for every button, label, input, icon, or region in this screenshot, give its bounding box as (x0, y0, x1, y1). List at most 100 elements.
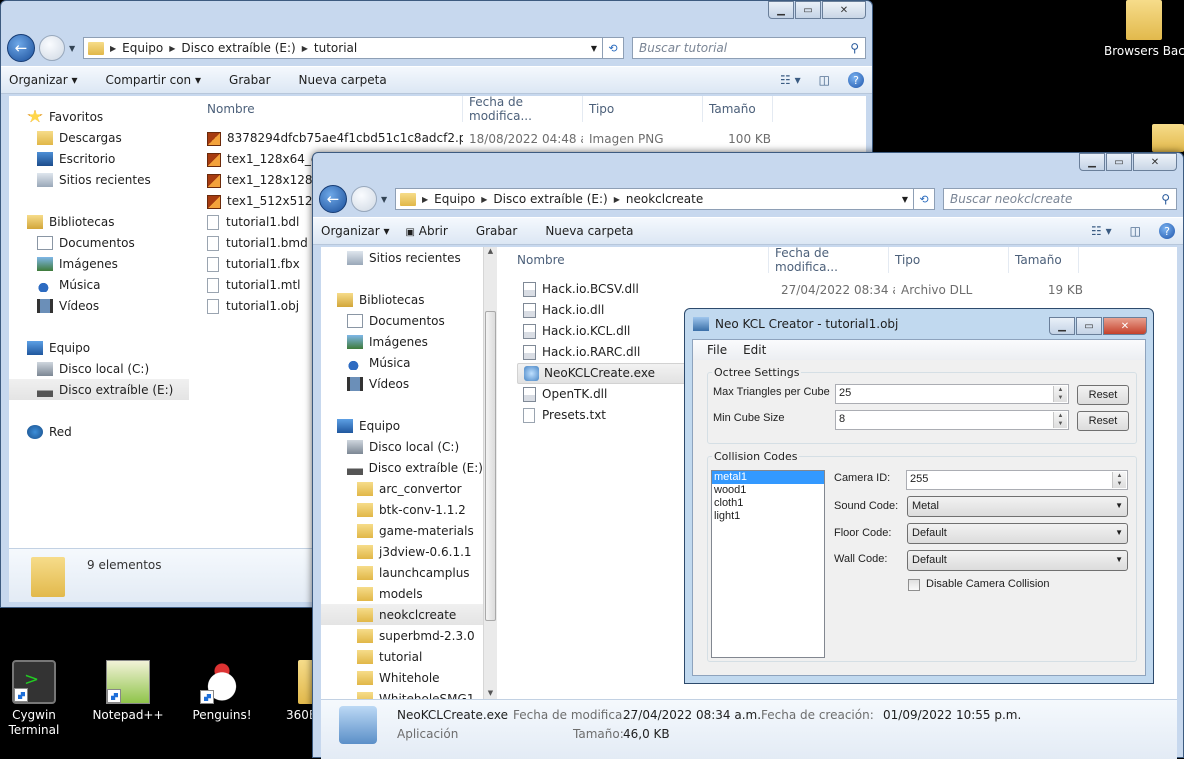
nav-item[interactable]: j3dview-0.6.1.1 (321, 541, 483, 562)
nav-item[interactable]: Documentos (321, 310, 483, 331)
nav-item[interactable]: Vídeos (9, 295, 189, 316)
menu-file[interactable]: File (707, 343, 727, 357)
close-button[interactable]: ✕ (822, 1, 866, 19)
spinner-icon[interactable]: ▲ ▼ (1112, 472, 1126, 488)
column-header-type[interactable]: Tipo (889, 247, 1009, 273)
material-list[interactable]: metal1 wood1 cloth1 light1 (711, 470, 825, 658)
nav-item[interactable]: Whitehole (321, 667, 483, 688)
refresh-button[interactable]: ⟲ (913, 188, 935, 210)
breadcrumb-equipo[interactable]: Equipo (122, 41, 163, 55)
nav-item[interactable]: models (321, 583, 483, 604)
nav-item[interactable]: Bibliotecas (9, 211, 189, 232)
material-list-item[interactable]: light1 (712, 510, 824, 523)
close-button[interactable]: ✕ (1103, 317, 1147, 335)
address-bar[interactable]: ▶ Equipo ▶ Disco extraíble (E:) ▶ neokcl… (395, 188, 914, 210)
nav-item[interactable]: launchcamplus (321, 562, 483, 583)
help-icon[interactable]: ? (848, 72, 864, 88)
disable-camera-collision-checkbox[interactable] (908, 579, 920, 591)
nav-item[interactable]: Bibliotecas (321, 289, 483, 310)
view-options-icon[interactable]: ☷ ▾ (1091, 224, 1112, 238)
breadcrumb-chevron-icon[interactable]: ▶ (614, 195, 620, 204)
column-header-size[interactable]: Tamaño (703, 96, 773, 122)
nav-item[interactable]: Disco local (C:) (321, 436, 483, 457)
nav-item[interactable]: WhiteholeSMG1 (321, 688, 483, 699)
reset-max-triangles-button[interactable]: Reset (1077, 385, 1129, 405)
max-triangles-input[interactable]: 25 ▲ ▼ (835, 384, 1069, 404)
title-bar[interactable]: ▁ ▭ ✕ (313, 153, 1183, 183)
disable-camera-collision-label[interactable]: Disable Camera Collision (926, 578, 1050, 590)
organize-button[interactable]: Organizar ▾ (321, 224, 390, 238)
breadcrumb-current[interactable]: tutorial (314, 41, 357, 55)
breadcrumb-equipo[interactable]: Equipo (434, 192, 475, 206)
nav-item[interactable]: Equipo (9, 337, 189, 358)
desktop-icon-browsers-backup[interactable]: Browsers Backup (1104, 0, 1184, 59)
nav-item[interactable]: Documentos (9, 232, 189, 253)
camera-id-input[interactable]: 255 ▲ ▼ (906, 470, 1128, 490)
maximize-button[interactable]: ▭ (1106, 153, 1132, 171)
scrollbar-thumb[interactable] (485, 311, 496, 621)
spinner-icon[interactable]: ▲ ▼ (1053, 412, 1067, 428)
recent-pages-dropdown[interactable]: ▼ (381, 195, 391, 204)
view-options-icon[interactable]: ☷ ▾ (780, 73, 801, 87)
reset-min-cube-button[interactable]: Reset (1077, 411, 1129, 431)
organize-button[interactable]: Organizar ▾ (9, 73, 78, 87)
nav-item[interactable]: Favoritos (9, 106, 189, 127)
help-icon[interactable]: ? (1159, 223, 1175, 239)
nav-item[interactable]: Disco extraíble (E:) (321, 457, 483, 478)
desktop-icon-notepadpp[interactable]: Notepad++ (88, 660, 168, 723)
wall-code-select[interactable]: Default ▼ (907, 550, 1128, 571)
breadcrumb-drive[interactable]: Disco extraíble (E:) (181, 41, 295, 55)
nav-item[interactable]: Vídeos (321, 373, 483, 394)
nav-item[interactable]: Escritorio (9, 148, 189, 169)
back-button[interactable]: ← (319, 185, 347, 213)
preview-pane-icon[interactable]: ◫ (1130, 224, 1141, 238)
forward-button[interactable] (351, 186, 377, 212)
column-header-type[interactable]: Tipo (583, 96, 703, 122)
breadcrumb-chevron-icon[interactable]: ▶ (169, 44, 175, 53)
new-folder-button[interactable]: Nueva carpeta (299, 73, 387, 87)
new-folder-button[interactable]: Nueva carpeta (545, 224, 633, 238)
close-button[interactable]: ✕ (1133, 153, 1177, 171)
column-header-date[interactable]: Fecha de modifica... (463, 95, 583, 123)
nav-item[interactable]: Equipo (321, 415, 483, 436)
material-list-item[interactable]: metal1 (712, 471, 824, 484)
menu-edit[interactable]: Edit (743, 343, 766, 357)
nav-item[interactable]: Descargas (9, 127, 189, 148)
nav-item[interactable]: Imágenes (321, 331, 483, 352)
title-bar[interactable]: Neo KCL Creator - tutorial1.obj ▁ ▭ ✕ (685, 309, 1153, 339)
open-button[interactable]: ▣ Abrir (406, 224, 448, 238)
floor-code-select[interactable]: Default ▼ (907, 523, 1128, 544)
nav-item[interactable]: Música (321, 352, 483, 373)
spinner-icon[interactable]: ▲ ▼ (1053, 386, 1067, 402)
recent-pages-dropdown[interactable]: ▼ (69, 44, 79, 53)
search-input[interactable]: Buscar tutorial ⚲ (632, 37, 866, 59)
burn-button[interactable]: Grabar (229, 73, 271, 87)
column-header-name[interactable]: Nombre (201, 96, 463, 122)
maximize-button[interactable]: ▭ (795, 1, 821, 19)
share-button[interactable]: Compartir con ▾ (106, 73, 202, 87)
material-list-item[interactable]: cloth1 (712, 497, 824, 510)
nav-item[interactable]: tutorial (321, 646, 483, 667)
refresh-button[interactable]: ⟲ (602, 37, 624, 59)
address-dropdown-icon[interactable]: ▼ (897, 195, 913, 204)
breadcrumb-chevron-icon[interactable]: ▶ (422, 195, 428, 204)
material-list-item[interactable]: wood1 (712, 484, 824, 497)
column-header-size[interactable]: Tamaño (1009, 247, 1079, 273)
nav-item[interactable]: Disco local (C:) (9, 358, 189, 379)
nav-item[interactable]: game-materials (321, 520, 483, 541)
address-bar[interactable]: ▶ Equipo ▶ Disco extraíble (E:) ▶ tutori… (83, 37, 603, 59)
column-header-name[interactable]: Nombre (511, 247, 769, 273)
minimize-button[interactable]: ▁ (1049, 317, 1075, 335)
file-row[interactable]: 8378294dfcb75ae4f1cbd51c1c8adcf2.png 18/0… (201, 128, 777, 149)
search-icon[interactable]: ⚲ (850, 41, 859, 55)
breadcrumb-current[interactable]: neokclcreate (626, 192, 703, 206)
nav-item[interactable]: superbmd-2.3.0 (321, 625, 483, 646)
breadcrumb-chevron-icon[interactable]: ▶ (481, 195, 487, 204)
nav-item[interactable]: btk-conv-1.1.2 (321, 499, 483, 520)
nav-scrollbar[interactable]: ▲ ▼ (483, 247, 497, 699)
min-cube-size-input[interactable]: 8 ▲ ▼ (835, 410, 1069, 430)
column-header-date[interactable]: Fecha de modifica... (769, 246, 889, 274)
nav-item[interactable]: Sitios recientes (321, 247, 483, 268)
file-row[interactable]: Hack.io.BCSV.dll 27/04/2022 08:34 a... Arc… (517, 279, 1089, 300)
breadcrumb-chevron-icon[interactable]: ▶ (110, 44, 116, 53)
